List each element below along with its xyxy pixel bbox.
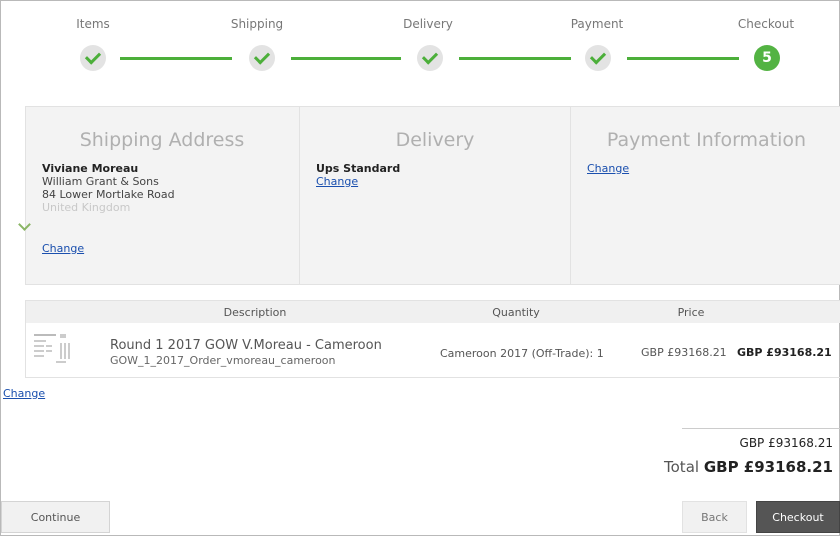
item-filename: GOW_1_2017_Order_vmoreau_cameroon (110, 354, 336, 367)
shipping-address-title: Shipping Address (79, 129, 245, 151)
delivery-method: Ups Standard (316, 162, 401, 175)
total-value: GBP £93168.21 (703, 458, 833, 476)
order-items-table: Description Quantity Price Round 1 2017 … (25, 300, 840, 378)
column-header-quantity: Quantity (492, 306, 540, 319)
order-total: Total GBP £93168.21 (664, 458, 833, 476)
step-shipping-complete[interactable] (249, 45, 275, 71)
delivery-section: Delivery Ups Standard Change (299, 107, 570, 284)
payment-information-section: Payment Information Change (570, 107, 840, 284)
item-quantity: Cameroon 2017 (Off-Trade): 1 (440, 347, 604, 360)
order-summary-panel: Shipping Address Viviane Moreau William … (25, 106, 840, 285)
shipping-address-section: Shipping Address Viviane Moreau William … (26, 107, 298, 284)
checkmark-icon (253, 48, 271, 65)
step-payment-complete[interactable] (585, 45, 611, 71)
total-label: Total (664, 458, 700, 476)
shipping-change-link[interactable]: Change (42, 242, 84, 255)
step-connector (120, 57, 232, 60)
subtotal-value: GBP £93168.21 (739, 436, 833, 450)
recipient-name: Viviane Moreau (42, 162, 139, 175)
item-title: Round 1 2017 GOW V.Moreau - Cameroon (110, 338, 382, 353)
street-address: 84 Lower Mortlake Road (42, 188, 175, 201)
payment-change-link[interactable]: Change (587, 162, 629, 175)
step-connector (291, 57, 401, 60)
delivery-body: Ups Standard Change (316, 162, 400, 188)
step-connector (459, 57, 571, 60)
items-change-link[interactable]: Change (3, 387, 45, 400)
checkout-button[interactable]: Checkout (756, 501, 840, 533)
table-header: Description Quantity Price (26, 301, 840, 323)
document-thumbnail-icon (32, 331, 94, 371)
step-delivery-complete[interactable] (417, 45, 443, 71)
continue-button[interactable]: Continue (1, 501, 110, 533)
step-checkout-current: 5 (754, 45, 780, 71)
country: United Kingdom (42, 201, 131, 214)
step-label-payment: Payment (570, 17, 624, 31)
step-label-items: Items (76, 17, 110, 31)
checkmark-icon (84, 48, 102, 65)
step-connector (627, 57, 739, 60)
checkmark-icon (421, 48, 439, 65)
delivery-title: Delivery (395, 129, 475, 151)
step-label-checkout: Checkout (737, 17, 795, 31)
checkmark-icon (589, 48, 607, 65)
column-header-price: Price (677, 306, 705, 319)
checkout-stepper: Items Shipping Delivery Payment Checkout… (1, 1, 839, 91)
step-items-complete[interactable] (80, 45, 106, 71)
step-label-delivery: Delivery (403, 17, 453, 31)
payment-information-title: Payment Information (606, 129, 807, 151)
checkout-page: Items Shipping Delivery Payment Checkout… (0, 0, 840, 536)
company-name: William Grant & Sons (42, 175, 159, 188)
totals-divider (682, 428, 840, 429)
payment-body: Change (587, 162, 629, 175)
delivery-change-link[interactable]: Change (316, 175, 358, 188)
column-header-description: Description (223, 306, 287, 319)
item-line-total: GBP £93168.21 (737, 346, 832, 359)
shipping-address-body: Viviane Moreau William Grant & Sons 84 L… (42, 162, 175, 214)
back-button[interactable]: Back (682, 501, 747, 533)
step-label-shipping: Shipping (230, 17, 284, 31)
item-unit-price: GBP £93168.21 (641, 346, 727, 359)
